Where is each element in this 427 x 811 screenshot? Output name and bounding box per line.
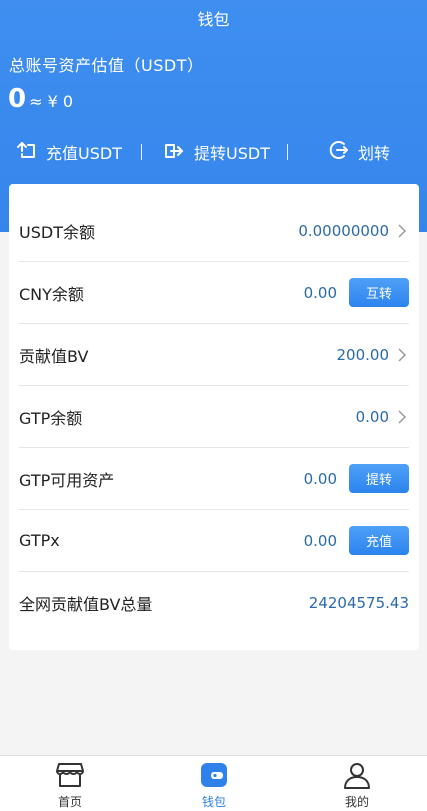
withdraw-usdt-button[interactable]: 提转USDT xyxy=(162,138,270,166)
row-value: 0.00 xyxy=(303,531,337,550)
tab-label: 我的 xyxy=(344,795,369,809)
tab-profile[interactable]: 我的 xyxy=(327,756,387,811)
total-asset-value: 0 ≈ ¥ 0 xyxy=(8,84,73,114)
transfer-label: 划转 xyxy=(358,144,391,163)
balance-card: USDT余额 0.00000000 CNY余额 0.00 互转 贡献值BV 20… xyxy=(9,184,419,650)
deposit-usdt-label: 充值USDT xyxy=(46,144,122,163)
deposit-usdt-button[interactable]: 充值USDT xyxy=(14,138,122,166)
row-gtp-available: GTP可用资产 0.00 提转 xyxy=(19,448,409,510)
row-gtp-balance[interactable]: GTP余额 0.00 xyxy=(19,386,409,448)
action-divider xyxy=(287,144,288,160)
row-value: 24204575.43 xyxy=(308,594,409,612)
row-value: 0.00 xyxy=(355,407,389,426)
row-label: USDT余额 xyxy=(19,222,95,242)
row-value: 0.00000000 xyxy=(298,221,389,240)
asset-amount: 0 xyxy=(8,84,27,114)
chevron-right-icon xyxy=(395,409,409,424)
asset-cny-estimate: ≈ ¥ 0 xyxy=(29,92,74,111)
tab-home[interactable]: 首页 xyxy=(40,756,100,811)
tab-label: 首页 xyxy=(57,795,82,809)
bottom-tab-bar: 首页 钱包 我的 xyxy=(0,755,427,811)
row-value: 200.00 xyxy=(336,345,390,364)
tab-wallet[interactable]: 钱包 xyxy=(184,756,244,811)
row-label: CNY余额 xyxy=(19,284,84,304)
withdraw-icon xyxy=(162,139,194,165)
shop-icon xyxy=(55,761,85,792)
row-usdt-balance[interactable]: USDT余额 0.00000000 xyxy=(19,200,409,262)
transfer-icon xyxy=(328,139,358,165)
row-label: 全网贡献值BV总量 xyxy=(19,595,153,614)
deposit-gtpx-button[interactable]: 充值 xyxy=(349,526,409,555)
row-label: GTP余额 xyxy=(19,408,83,428)
wallet-icon xyxy=(199,761,229,792)
row-contribution-bv[interactable]: 贡献值BV 200.00 xyxy=(19,324,409,386)
withdraw-usdt-label: 提转USDT xyxy=(194,144,270,163)
row-value: 0.00 xyxy=(303,469,337,488)
deposit-icon xyxy=(14,139,46,165)
row-label: 贡献值BV xyxy=(19,346,89,366)
row-network-bv-total: 全网贡献值BV总量 24204575.43 xyxy=(19,572,409,634)
exchange-button[interactable]: 互转 xyxy=(349,278,409,307)
row-value: 0.00 xyxy=(303,283,337,302)
transfer-button[interactable]: 划转 xyxy=(328,138,390,166)
row-cny-balance: CNY余额 0.00 互转 xyxy=(19,262,409,324)
row-gtpx: GTPx 0.00 充值 xyxy=(19,510,409,572)
page-title: 钱包 xyxy=(197,10,230,29)
tab-label: 钱包 xyxy=(201,795,226,809)
action-divider xyxy=(141,144,142,160)
chevron-right-icon xyxy=(395,223,409,238)
row-label: GTP可用资产 xyxy=(19,470,115,490)
user-icon xyxy=(342,761,372,792)
chevron-right-icon xyxy=(395,347,409,362)
row-label: GTPx xyxy=(19,531,60,550)
total-asset-label: 总账号资产估值（USDT） xyxy=(9,56,204,75)
withdraw-gtp-button[interactable]: 提转 xyxy=(349,464,409,493)
